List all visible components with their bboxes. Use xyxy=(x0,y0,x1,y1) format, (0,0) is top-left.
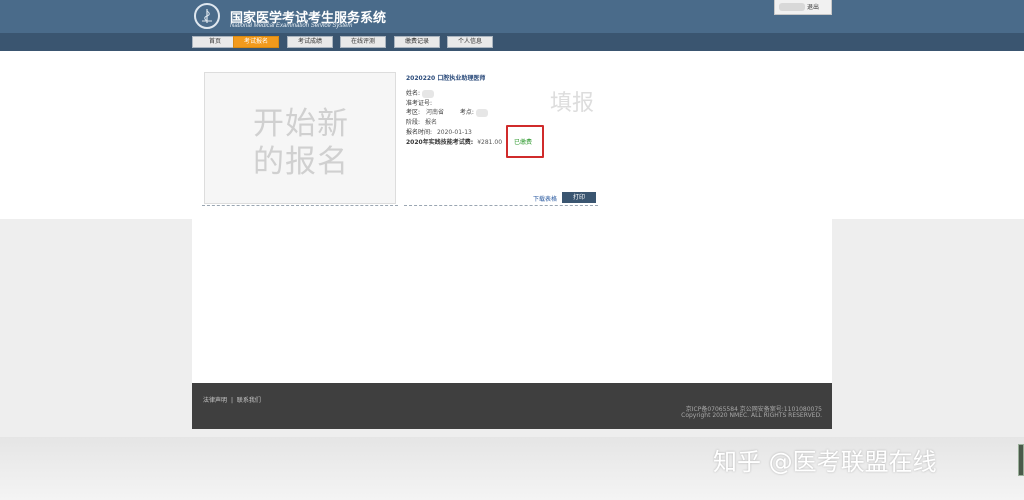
new-registration-card[interactable]: 开始新 的报名 xyxy=(204,72,396,204)
name-row: 姓名: xyxy=(406,88,435,98)
reg-time-label: 报名时间: xyxy=(406,129,433,136)
footer-separator: | xyxy=(230,397,233,404)
user-name-blurred xyxy=(779,3,805,11)
footer-links: 法律声明 | 联系我们 xyxy=(203,395,261,404)
exam-area-label: 考区: xyxy=(406,109,421,116)
exam-area-row: 考区: 河南省 考点: xyxy=(406,107,488,117)
stage-label: 阶段: xyxy=(406,119,421,126)
paid-status: 已缴费 xyxy=(514,139,533,146)
zhihu-watermark: 知乎 @医考联盟在线 xyxy=(713,448,937,476)
print-button[interactable]: 打印 xyxy=(562,192,596,203)
exam-area-value: 河南省 xyxy=(425,109,444,116)
registration-title: 2020220 口腔执业助理医师 xyxy=(406,75,486,82)
tab-payment-records[interactable]: 缴费记录 xyxy=(394,36,440,48)
name-blurred xyxy=(422,89,435,98)
tab-exam-registration[interactable]: 考试报名 xyxy=(233,36,279,48)
new-registration-line1: 开始新 xyxy=(253,106,349,142)
card-divider-left xyxy=(202,205,398,206)
fee-row: 2020年实践技能考试费: ¥281.00 xyxy=(406,137,502,146)
tab-personal-info[interactable]: 个人信息 xyxy=(447,36,493,48)
exam-site-blurred xyxy=(475,108,488,117)
stage-row: 阶段: 报名 xyxy=(406,117,437,126)
tab-online-assessment[interactable]: 在线评测 xyxy=(340,36,386,48)
logout-button[interactable]: 退出 xyxy=(807,2,819,11)
download-form-link[interactable]: 下载表格 xyxy=(533,194,557,203)
main-panel: 开始新 的报名 2020220 口腔执业助理医师 姓名: 准考证号: 考区: 河… xyxy=(192,57,832,383)
fee-label: 2020年实践技能考试费: xyxy=(406,139,474,146)
ticket-label: 准考证号: xyxy=(406,100,433,107)
footer-copyright: Copyright 2020 NMEC. ALL RIGHTS RESERVED… xyxy=(681,412,822,419)
user-box: 退出 xyxy=(774,0,832,15)
tab-exam-scores[interactable]: 考试成绩 xyxy=(287,36,333,48)
exam-site-label: 考点: xyxy=(459,109,474,116)
reg-time-row: 报名时间: 2020-01-13 xyxy=(406,127,472,136)
footer-link-legal[interactable]: 法律声明 xyxy=(203,397,227,404)
footer-link-contact[interactable]: 联系我们 xyxy=(237,397,261,404)
ticket-row: 准考证号: xyxy=(406,98,432,107)
card-divider-right xyxy=(404,205,598,206)
name-label: 姓名: xyxy=(406,90,421,97)
fill-watermark: 填报 xyxy=(550,91,595,116)
tab-home[interactable]: 首页 xyxy=(192,36,238,48)
site-footer: 法律声明 | 联系我们 京ICP备07065584 京公网安备案号:110108… xyxy=(192,383,832,429)
side-widget[interactable] xyxy=(1018,444,1024,476)
nav-bar: 首页 考试报名 考试成绩 在线评测 缴费记录 个人信息 xyxy=(0,33,1024,51)
site-header: 国家医学考试考生服务系统 National Medical Examinatio… xyxy=(0,0,1024,33)
reg-time-value: 2020-01-13 xyxy=(436,129,472,136)
site-subtitle: National Medical Examination Service Sys… xyxy=(230,23,353,29)
fee-value: ¥281.00 xyxy=(477,139,503,146)
logo-emblem-icon xyxy=(194,3,220,29)
new-registration-text: 开始新 的报名 xyxy=(205,105,397,181)
stage-value: 报名 xyxy=(424,119,437,126)
new-registration-line2: 的报名 xyxy=(253,144,349,180)
